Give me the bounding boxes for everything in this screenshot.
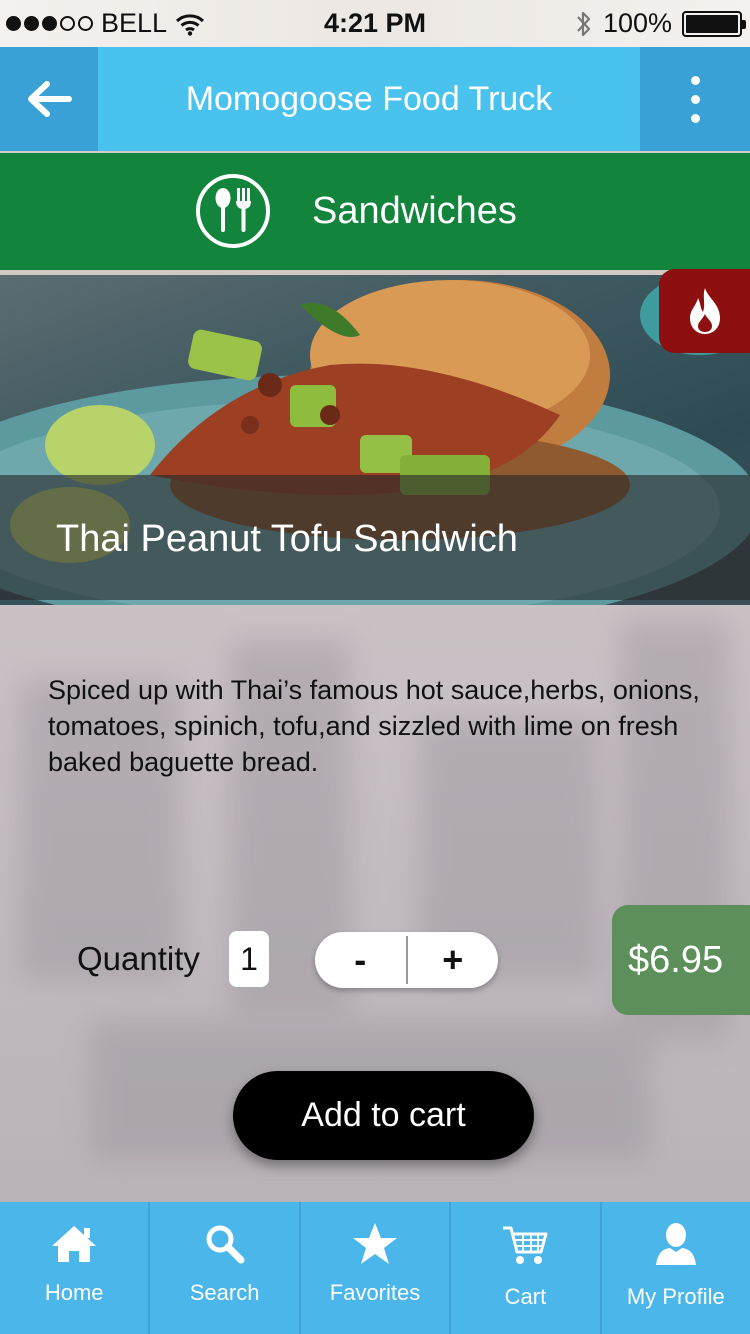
quantity-value: 1 bbox=[229, 931, 269, 987]
tab-favorites[interactable]: Favorites bbox=[301, 1202, 452, 1334]
tab-home[interactable]: Home bbox=[0, 1202, 151, 1334]
flame-icon bbox=[689, 288, 720, 334]
tab-bar: Home Search Favorites Cart My Profile bbox=[0, 1202, 750, 1334]
app-header: Momogoose Food Truck bbox=[0, 47, 750, 151]
tab-label: Home bbox=[44, 1280, 104, 1305]
quantity-stepper: - + bbox=[315, 932, 498, 988]
quantity-label: Quantity bbox=[77, 940, 200, 977]
back-button[interactable] bbox=[0, 47, 98, 151]
category-label: Sandwiches bbox=[312, 190, 517, 232]
cart-icon bbox=[501, 1222, 549, 1266]
spicy-badge bbox=[659, 269, 750, 353]
tab-search[interactable]: Search bbox=[150, 1202, 301, 1334]
increment-button[interactable]: + bbox=[408, 932, 499, 988]
utensils-icon bbox=[196, 174, 270, 248]
add-to-cart-button[interactable]: Add to cart bbox=[233, 1071, 534, 1160]
status-right-group: 100% bbox=[575, 8, 746, 39]
item-description: Spiced up with Thai’s famous hot sauce,h… bbox=[48, 675, 700, 777]
category-bar: Sandwiches bbox=[0, 153, 750, 270]
item-image: Thai Peanut Tofu Sandwich bbox=[0, 275, 750, 605]
page-title: Momogoose Food Truck bbox=[185, 80, 553, 118]
item-name: Thai Peanut Tofu Sandwich bbox=[56, 518, 518, 560]
status-bar: BELL 4:21 PM 100% bbox=[0, 0, 750, 47]
home-icon bbox=[50, 1222, 98, 1266]
tab-label: My Profile bbox=[626, 1284, 725, 1309]
tab-label: Favorites bbox=[329, 1280, 421, 1305]
kebab-menu-icon bbox=[690, 75, 700, 123]
bluetooth-icon bbox=[577, 11, 591, 36]
star-icon bbox=[351, 1222, 399, 1266]
user-icon bbox=[654, 1222, 698, 1266]
tab-label: Search bbox=[189, 1280, 260, 1305]
tab-cart[interactable]: Cart bbox=[451, 1202, 602, 1334]
more-options-button[interactable] bbox=[640, 47, 750, 151]
arrow-left-icon bbox=[28, 81, 72, 117]
battery-percent: 100% bbox=[602, 8, 672, 38]
tab-my-profile[interactable]: My Profile bbox=[602, 1202, 750, 1334]
tab-label: Cart bbox=[504, 1284, 547, 1309]
decrement-button[interactable]: - bbox=[315, 932, 406, 988]
battery-icon bbox=[682, 10, 746, 37]
search-icon bbox=[203, 1222, 247, 1266]
price-badge: $6.95 bbox=[612, 905, 750, 1015]
